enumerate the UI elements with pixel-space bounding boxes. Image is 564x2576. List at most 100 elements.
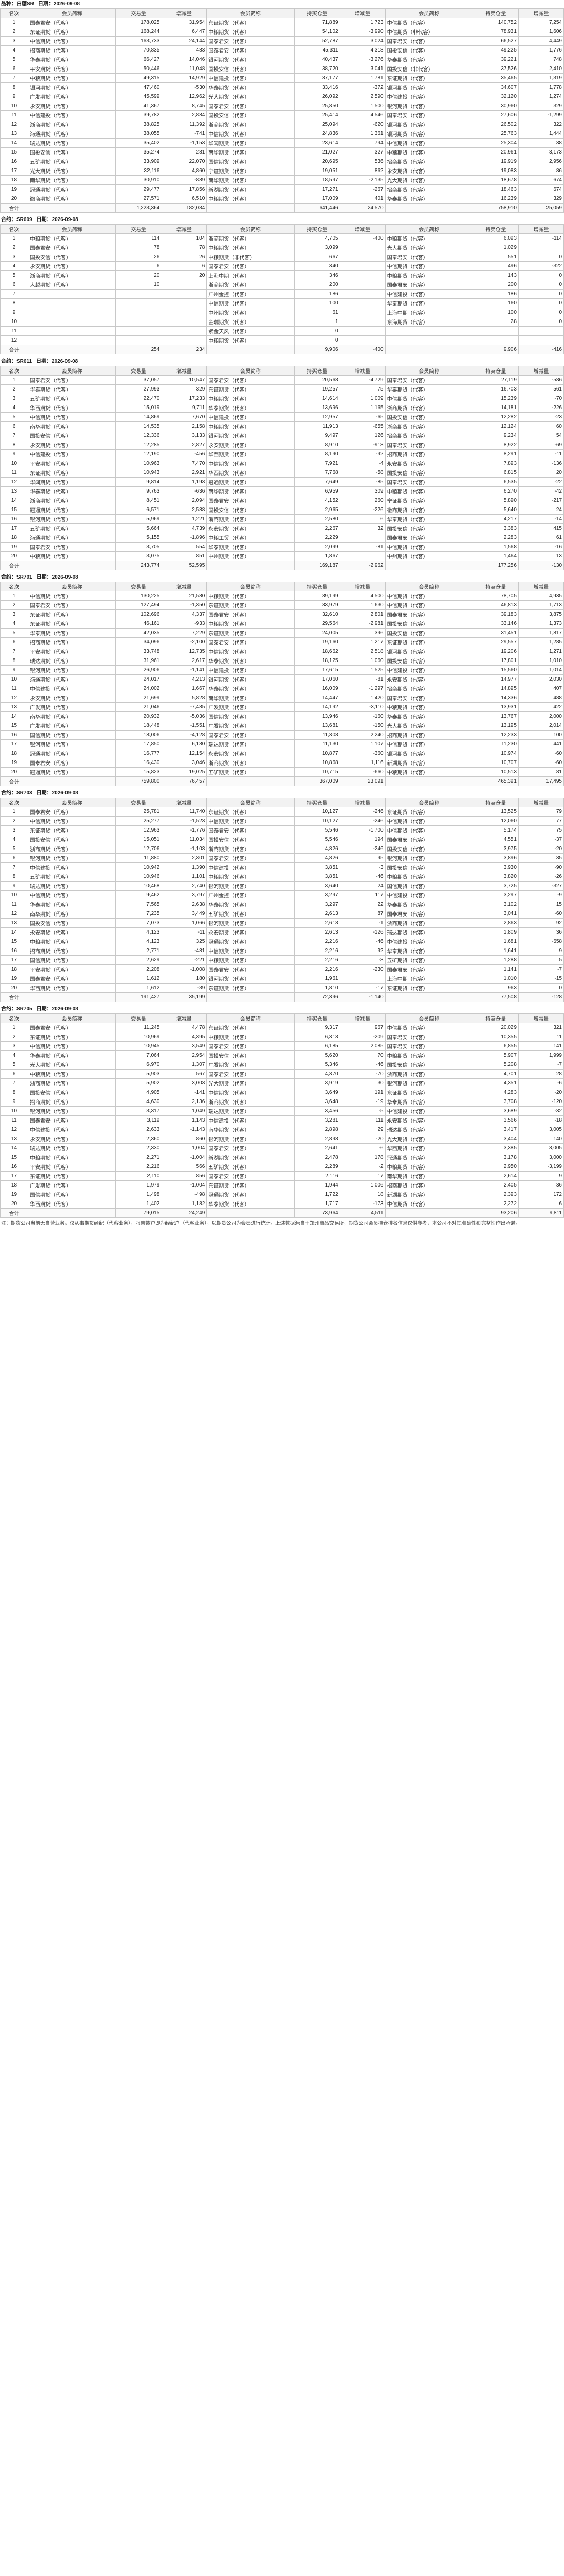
table-row: 6 平安期货（代客） 50,446 11,048 国投安信（代客） 38,720 3,041… [0,64,564,74]
table-cell: 宁证期货（代客） [385,496,473,505]
table-cell: 永安期货（代客） [27,101,117,111]
table-cell: 21,027 [294,147,340,157]
table-cell: 国投安信（代客） [385,468,473,478]
table-cell: 11,245 [115,1023,162,1032]
table-cell: 1,681 [472,937,519,946]
total-cell: -130 [518,561,564,570]
table-cell: 92 [339,946,386,956]
table-cell: 中信期货（代客） [27,890,117,900]
table-cell: 0 [294,326,340,336]
table-cell: 329 [518,194,564,204]
table-cell: 3,708 [472,1097,519,1107]
table-cell: 38 [518,138,564,148]
table-cell [339,289,386,299]
table-row: 4 华泰期货（代客） 7,064 2,954 国投安信（代客） 5,620 70 中粮期货（代… [0,1050,564,1060]
table-cell: 0 [518,280,564,290]
table-cell: 7,254 [518,18,564,27]
table-cell: 35,402 [115,138,162,148]
table-cell [27,326,117,336]
table-cell: 上海中期（代客） [385,974,473,984]
table-cell: -933 [161,619,207,629]
table-cell: 3,797 [161,890,207,900]
table-row: 13 永安期货（代客） 2,360 860 银河期货（代客） 2,898 -20 光大期货（代… [0,1134,564,1144]
table-cell: 中信建投（代客） [27,684,117,693]
table-cell: 16,430 [115,758,162,768]
table-cell: 15,019 [115,403,162,413]
table-cell: 3 [0,252,28,262]
table-cell: 22,070 [161,157,207,166]
table-cell: 银河期货（代客） [27,514,117,524]
table-cell: 国泰君安（代客） [206,36,295,46]
table-cell: 华泰期货（代客） [206,82,295,92]
table-cell: -92 [339,449,386,459]
table-cell: 12 [0,120,28,129]
table-cell: 东证期货（代客） [385,73,473,83]
total-cell: 25,059 [518,203,564,213]
table-cell: 2,330 [115,1143,162,1153]
table-cell: 32,610 [294,609,340,619]
table-cell: 中粮期货（代客） [27,1069,117,1079]
column-header: 会员简称 [206,8,295,18]
table-cell: 2,588 [161,505,207,515]
table-row: 2 中信期货（代客） 25,277 -1,523 中信期货（代客） 10,127 -246 中… [0,816,564,826]
table-cell: 2,030 [518,674,564,684]
header-row: 名次 会员简称 交易量 增减量 会员简称 持买仓量 增减量 会员简称 持卖仓量 增减量 [0,224,564,234]
ranking-table: 名次 会员简称 交易量 增减量 会员简称 持买仓量 增减量 会员简称 持卖仓量 增减量 1 中粮期货（… [0,224,564,354]
table-cell: 24,017 [115,674,162,684]
table-cell: 海通期货（代客） [27,533,117,543]
table-cell: 华泰期货（代客） [385,946,473,956]
table-cell: 60 [518,421,564,431]
table-cell: 14,977 [472,674,519,684]
column-header: 增减量 [339,224,386,234]
table-cell: 2,216 [294,955,340,965]
table-cell: 17,233 [161,394,207,403]
table-cell: 15 [0,937,28,946]
table-cell: -22 [518,477,564,487]
table-cell: -481 [161,946,207,956]
table-cell: 5 [0,412,28,422]
table-cell: 42,035 [115,628,162,638]
table-cell: 国投安信（代客） [385,412,473,422]
total-cell: 17,495 [518,776,564,786]
table-cell [339,533,386,543]
column-header: 会员简称 [27,366,117,376]
table-cell: 中信期货（代客） [27,816,117,826]
table-cell: 冠通期货（代客） [206,477,295,487]
table-cell: 14 [0,496,28,505]
column-header: 增减量 [339,8,386,18]
table-cell: 5 [0,628,28,638]
table-cell: 中信建投（代客） [385,890,473,900]
table-cell: 7,073 [115,918,162,928]
table-cell: 15 [0,505,28,515]
table-cell: 广州金控（代客） [206,289,295,299]
table-cell: 中信期货（非代客） [385,27,473,37]
table-cell: 1 [0,1023,28,1032]
table-cell: 12,336 [115,431,162,440]
table-cell: 29,564 [294,619,340,629]
table-cell: 12,285 [115,440,162,450]
table-cell: 国泰君安（代客） [385,1041,473,1051]
table-cell: 5,155 [115,533,162,543]
table-cell: 国泰君安（代客） [206,1069,295,1079]
table-cell: 11 [0,326,28,336]
table-cell: -14 [518,514,564,524]
table-cell: -11 [518,449,564,459]
table-cell: 3 [0,825,28,835]
table-cell: 2,014 [518,721,564,731]
table-cell: -586 [518,375,564,385]
table-cell: 冠通期货（代客） [27,505,117,515]
table-cell [115,308,162,317]
table-row: 6 银河期货（代客） 11,880 2,301 国泰君安（代客） 4,826 95 银河期货（… [0,853,564,863]
table-cell: 18 [0,533,28,543]
table-cell: 70,835 [115,45,162,55]
table-cell: 瑞达期货（代客） [385,927,473,937]
table-cell: 78 [161,243,207,252]
table-cell [518,243,564,252]
table-cell: 国泰君安（代客） [206,1171,295,1181]
table-cell: 8,922 [472,440,519,450]
table-cell: 0 [518,270,564,280]
table-cell: 11 [0,1115,28,1125]
table-cell: 1,116 [339,758,386,768]
table-cell: 13 [0,702,28,712]
table-cell: 1,713 [518,600,564,610]
